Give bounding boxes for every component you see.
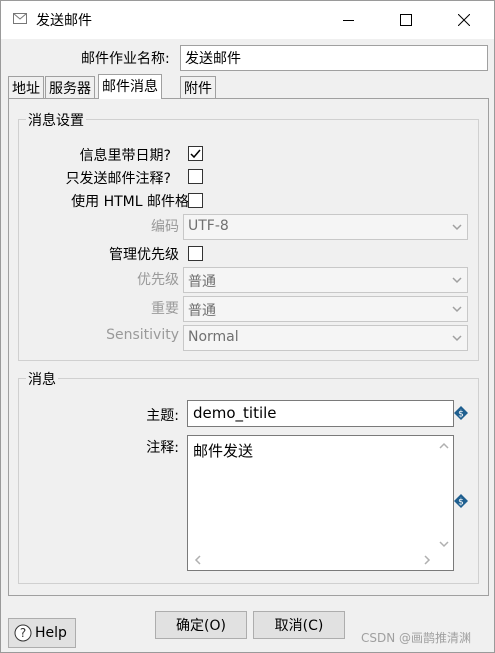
importance-label: 重要 bbox=[151, 301, 179, 317]
scroll-down-icon[interactable] bbox=[439, 540, 449, 548]
variable-icon[interactable]: $ bbox=[454, 406, 468, 420]
close-button[interactable] bbox=[441, 1, 487, 39]
use-html-checkbox[interactable] bbox=[188, 193, 203, 208]
svg-text:?: ? bbox=[20, 626, 26, 640]
help-icon: ? bbox=[14, 624, 32, 642]
watermark-text: CSDN @画鹊推清渊 bbox=[361, 631, 472, 645]
title-bar: 发送邮件 bbox=[1, 1, 494, 39]
tab-attachments[interactable]: 附件 bbox=[180, 76, 216, 99]
chevron-down-icon bbox=[452, 224, 462, 231]
sensitivity-label: Sensitivity bbox=[106, 327, 179, 343]
encoding-value: UTF-8 bbox=[188, 218, 229, 234]
scroll-up-icon[interactable] bbox=[439, 442, 449, 450]
comment-textarea[interactable]: 邮件发送 bbox=[187, 435, 454, 571]
checkmark-icon bbox=[190, 149, 201, 159]
use-html-label: 使用 HTML 邮件格 bbox=[71, 194, 189, 210]
job-name-input[interactable]: 发送邮件 bbox=[180, 45, 488, 71]
comment-label: 注释: bbox=[146, 440, 179, 456]
tab-email-message[interactable]: 邮件消息 bbox=[98, 74, 162, 99]
minimize-icon bbox=[342, 19, 354, 21]
svg-text:$: $ bbox=[458, 410, 464, 420]
only-comment-label: 只发送邮件注释? bbox=[65, 171, 171, 187]
email-message-panel: 消息设置 信息里带日期? 只发送邮件注释? 使用 HTML 邮件格 编码 UTF… bbox=[8, 98, 489, 596]
include-date-label: 信息里带日期? bbox=[79, 148, 171, 164]
chevron-down-icon bbox=[452, 306, 462, 313]
chevron-down-icon bbox=[452, 277, 462, 284]
manage-priority-checkbox[interactable] bbox=[188, 246, 203, 261]
importance-value: 普通 bbox=[188, 303, 216, 319]
priority-value: 普通 bbox=[188, 274, 216, 290]
scroll-right-icon[interactable] bbox=[423, 555, 431, 565]
include-date-checkbox[interactable] bbox=[188, 146, 203, 161]
close-icon bbox=[458, 14, 470, 26]
minimize-button[interactable] bbox=[325, 1, 371, 39]
window-title: 发送邮件 bbox=[36, 13, 92, 29]
ok-button[interactable]: 确定(O) bbox=[155, 611, 247, 639]
maximize-icon bbox=[400, 14, 412, 26]
encoding-select[interactable]: UTF-8 bbox=[183, 214, 468, 240]
help-label: Help bbox=[35, 625, 67, 641]
message-title: 消息 bbox=[26, 369, 58, 389]
variable-icon[interactable]: $ bbox=[454, 494, 468, 508]
subject-input[interactable]: demo_titile bbox=[187, 400, 454, 427]
comment-text: 邮件发送 bbox=[193, 442, 254, 460]
priority-label: 优先级 bbox=[137, 272, 179, 288]
tab-server[interactable]: 服务器 bbox=[45, 76, 95, 99]
subject-label: 主题: bbox=[146, 408, 179, 424]
svg-text:$: $ bbox=[458, 498, 464, 508]
sensitivity-select[interactable]: Normal bbox=[183, 325, 468, 351]
chevron-down-icon bbox=[452, 335, 462, 342]
job-name-label: 邮件作业名称: bbox=[81, 51, 170, 67]
message-settings-title: 消息设置 bbox=[26, 110, 86, 130]
manage-priority-label: 管理优先级 bbox=[109, 247, 179, 263]
send-email-dialog: 发送邮件 邮件作业名称: 发送邮件 地址 服务器 邮件消息 附件 消息设置 信息… bbox=[0, 0, 495, 653]
maximize-button[interactable] bbox=[383, 1, 429, 39]
tab-address[interactable]: 地址 bbox=[8, 76, 44, 99]
scroll-left-icon[interactable] bbox=[194, 555, 202, 565]
cancel-button[interactable]: 取消(C) bbox=[253, 611, 345, 639]
mail-icon bbox=[13, 13, 27, 24]
priority-select[interactable]: 普通 bbox=[183, 267, 468, 293]
encoding-label: 编码 bbox=[151, 219, 179, 235]
sensitivity-value: Normal bbox=[188, 329, 239, 345]
importance-select[interactable]: 普通 bbox=[183, 296, 468, 322]
only-comment-checkbox[interactable] bbox=[188, 169, 203, 184]
help-button[interactable]: ? Help bbox=[8, 618, 76, 648]
